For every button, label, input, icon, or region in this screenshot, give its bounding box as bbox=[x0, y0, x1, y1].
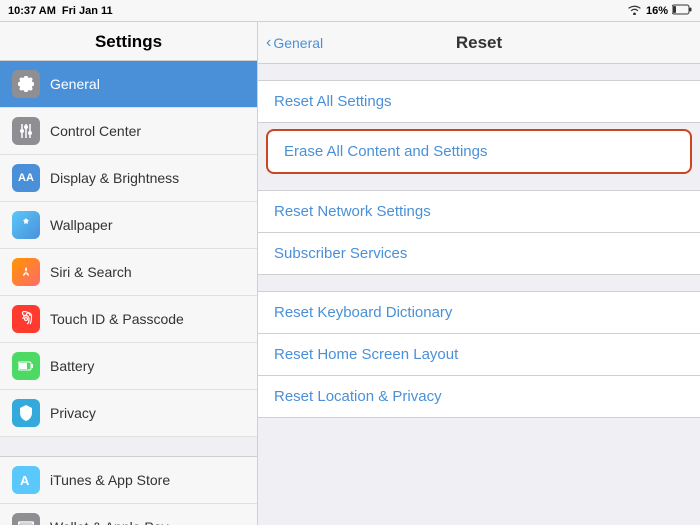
wifi-icon bbox=[627, 4, 642, 18]
touch-id-label: Touch ID & Passcode bbox=[50, 311, 184, 327]
section-2: Reset Network Settings Subscriber Servic… bbox=[258, 190, 700, 275]
sidebar-item-wallpaper[interactable]: Wallpaper bbox=[0, 202, 257, 249]
privacy-label: Privacy bbox=[50, 405, 96, 421]
siri-search-icon bbox=[12, 258, 40, 286]
wallet-applepay-label: Wallet & Apple Pay bbox=[50, 519, 169, 525]
battery-text: 16% bbox=[646, 5, 668, 17]
sidebar-item-wallet-applepay[interactable]: Wallet & Apple Pay bbox=[0, 504, 257, 525]
display-brightness-label: Display & Brightness bbox=[50, 170, 179, 186]
status-bar: 10:37 AM Fri Jan 11 16% bbox=[0, 0, 700, 22]
touch-id-icon bbox=[12, 305, 40, 333]
reset-all-settings-row[interactable]: Reset All Settings bbox=[258, 80, 700, 123]
itunes-appstore-label: iTunes & App Store bbox=[50, 472, 170, 488]
reset-keyboard-label: Reset Keyboard Dictionary bbox=[274, 304, 452, 321]
control-center-label: Control Center bbox=[50, 123, 141, 139]
sidebar-item-battery[interactable]: Battery bbox=[0, 343, 257, 390]
battery-icon bbox=[672, 4, 692, 18]
group-separator-1 bbox=[0, 437, 257, 457]
reset-home-screen-row[interactable]: Reset Home Screen Layout bbox=[258, 333, 700, 375]
sidebar: Settings General bbox=[0, 22, 258, 525]
back-button[interactable]: ‹ General bbox=[266, 34, 323, 52]
display-brightness-icon: AA bbox=[12, 164, 40, 192]
reset-location-row[interactable]: Reset Location & Privacy bbox=[258, 375, 700, 418]
battery-icon-sidebar bbox=[12, 352, 40, 380]
reset-network-row[interactable]: Reset Network Settings bbox=[258, 190, 700, 232]
control-center-icon bbox=[12, 117, 40, 145]
general-icon bbox=[12, 70, 40, 98]
svg-text:A: A bbox=[20, 473, 30, 488]
wallet-applepay-icon bbox=[12, 513, 40, 525]
general-label: General bbox=[50, 76, 100, 92]
reset-location-label: Reset Location & Privacy bbox=[274, 388, 442, 405]
back-label: General bbox=[273, 35, 323, 51]
sidebar-item-itunes-appstore[interactable]: A iTunes & App Store bbox=[0, 457, 257, 504]
subscriber-services-label: Subscriber Services bbox=[274, 245, 407, 262]
sidebar-item-display-brightness[interactable]: AA Display & Brightness bbox=[0, 155, 257, 202]
reset-home-screen-label: Reset Home Screen Layout bbox=[274, 346, 458, 363]
sidebar-item-siri-search[interactable]: Siri & Search bbox=[0, 249, 257, 296]
date: Fri Jan 11 bbox=[62, 5, 113, 17]
sidebar-items: General Control Cent bbox=[0, 61, 257, 525]
section-3: Reset Keyboard Dictionary Reset Home Scr… bbox=[258, 291, 700, 418]
reset-network-label: Reset Network Settings bbox=[274, 203, 431, 220]
sidebar-item-touch-id[interactable]: Touch ID & Passcode bbox=[0, 296, 257, 343]
sidebar-item-control-center[interactable]: Control Center bbox=[0, 108, 257, 155]
content-title: Reset bbox=[456, 33, 502, 53]
status-bar-left: 10:37 AM Fri Jan 11 bbox=[8, 5, 113, 17]
back-chevron-icon: ‹ bbox=[266, 34, 271, 52]
erase-all-content-row[interactable]: Erase All Content and Settings bbox=[266, 129, 692, 174]
reset-keyboard-row[interactable]: Reset Keyboard Dictionary bbox=[258, 291, 700, 333]
content-area: ‹ General Reset Reset All Settings Erase… bbox=[258, 22, 700, 525]
main-layout: Settings General bbox=[0, 22, 700, 525]
reset-all-settings-label: Reset All Settings bbox=[274, 93, 392, 110]
privacy-icon bbox=[12, 399, 40, 427]
wallpaper-label: Wallpaper bbox=[50, 217, 113, 233]
sidebar-item-privacy[interactable]: Privacy bbox=[0, 390, 257, 437]
sidebar-title: Settings bbox=[0, 22, 257, 61]
sidebar-item-general[interactable]: General bbox=[0, 61, 257, 108]
content-header: ‹ General Reset bbox=[258, 22, 700, 64]
subscriber-services-row[interactable]: Subscriber Services bbox=[258, 232, 700, 275]
time: 10:37 AM bbox=[8, 5, 56, 17]
wallpaper-icon bbox=[12, 211, 40, 239]
section-1: Reset All Settings Erase All Content and… bbox=[258, 80, 700, 174]
erase-all-content-label: Erase All Content and Settings bbox=[284, 143, 487, 160]
status-bar-right: 16% bbox=[627, 4, 692, 18]
battery-label: Battery bbox=[50, 358, 94, 374]
itunes-appstore-icon: A bbox=[12, 466, 40, 494]
content-body: Reset All Settings Erase All Content and… bbox=[258, 64, 700, 525]
siri-search-label: Siri & Search bbox=[50, 264, 132, 280]
